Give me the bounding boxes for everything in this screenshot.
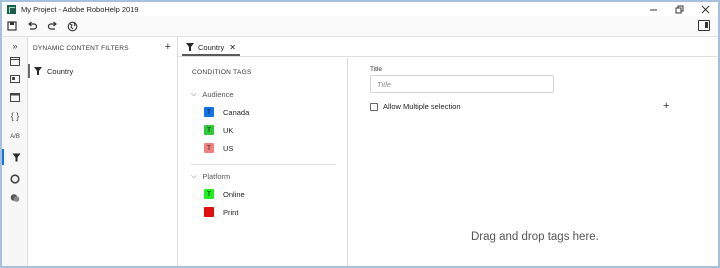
tag-label: Online bbox=[223, 189, 245, 199]
filter-glyph bbox=[12, 153, 20, 161]
filter-icon[interactable] bbox=[2, 149, 28, 165]
condition-tags-title: CONDITION TAGS bbox=[192, 69, 252, 76]
tag-us[interactable]: T US bbox=[204, 143, 233, 153]
master-pages-icon[interactable] bbox=[2, 89, 28, 105]
group-label: Audience bbox=[202, 90, 234, 99]
condition-tags-panel: CONDITION TAGS ⌵ Audience T Canada T UK … bbox=[178, 58, 348, 266]
filter-detail-panel: Title Allow Multiple selection + Drag an… bbox=[349, 58, 718, 266]
circle-glyph bbox=[10, 174, 20, 184]
save-icon bbox=[7, 21, 17, 31]
contents-icon[interactable] bbox=[2, 53, 28, 69]
minimize-icon bbox=[649, 9, 657, 10]
group-platform[interactable]: ⌵ Platform bbox=[191, 172, 230, 181]
allow-multiple-checkbox[interactable] bbox=[370, 102, 378, 111]
chevron-down-icon: ⌵ bbox=[191, 90, 197, 98]
tab-country[interactable]: Country ✕ bbox=[182, 40, 240, 56]
tag-canada[interactable]: T Canada bbox=[204, 107, 249, 117]
chevron-down-icon: ⌵ bbox=[191, 172, 197, 180]
tag-print[interactable]: Print bbox=[204, 207, 238, 217]
panel-toggle-icon[interactable] bbox=[698, 20, 710, 31]
filter-funnel-icon bbox=[34, 67, 42, 75]
tag-label: Print bbox=[223, 207, 239, 217]
add-filter-button[interactable]: + bbox=[165, 41, 171, 53]
filter-item-country[interactable]: Country bbox=[28, 64, 177, 78]
save-button[interactable] bbox=[2, 16, 22, 36]
tab-filter-icon bbox=[186, 43, 194, 51]
dynamic-content-filters-panel: DYNAMIC CONTENT FILTERS + Country bbox=[28, 37, 178, 266]
publish-button[interactable] bbox=[62, 16, 82, 36]
redo-icon bbox=[47, 21, 57, 30]
undo-button[interactable] bbox=[22, 16, 42, 36]
tag-label: US bbox=[223, 143, 234, 153]
tag-uk[interactable]: T UK bbox=[204, 125, 233, 135]
title-input[interactable] bbox=[370, 75, 554, 93]
tag-color-chip: T bbox=[204, 125, 214, 135]
master-pages-glyph bbox=[10, 92, 20, 102]
group-audience[interactable]: ⌵ Audience bbox=[191, 90, 234, 99]
main-toolbar bbox=[2, 16, 718, 37]
add-tag-button[interactable]: + bbox=[663, 100, 669, 112]
close-button[interactable] bbox=[692, 2, 718, 16]
tag-color-chip: T bbox=[204, 189, 214, 199]
filter-item-label: Country bbox=[47, 66, 74, 76]
group-label: Platform bbox=[202, 172, 231, 181]
tag-color-chip: T bbox=[204, 107, 214, 117]
circle-icon[interactable] bbox=[2, 171, 28, 187]
minimize-button[interactable] bbox=[640, 2, 666, 16]
snippets-icon[interactable] bbox=[2, 71, 28, 87]
reviews-glyph bbox=[10, 194, 20, 202]
drop-zone-hint: Drag and drop tags here. bbox=[471, 231, 599, 243]
tag-label: Canada bbox=[223, 107, 250, 117]
undo-icon bbox=[27, 21, 37, 30]
editor-tab-bar: Country ✕ bbox=[178, 37, 718, 57]
title-field-label: Title bbox=[370, 66, 383, 73]
tag-color-chip bbox=[204, 207, 214, 217]
tab-close-icon[interactable]: ✕ bbox=[229, 43, 236, 52]
window-title: My Project - Adobe RoboHelp 2019 bbox=[21, 4, 139, 14]
tab-label: Country bbox=[198, 42, 225, 52]
variables-icon[interactable]: { } bbox=[2, 108, 28, 124]
allow-multiple-selection-row[interactable]: Allow Multiple selection bbox=[370, 102, 461, 111]
restore-icon bbox=[675, 5, 683, 13]
tag-color-chip: T bbox=[204, 143, 214, 153]
globe-icon bbox=[67, 21, 77, 31]
tag-label: UK bbox=[223, 125, 234, 135]
snippets-glyph bbox=[10, 75, 20, 83]
window-controls bbox=[640, 2, 718, 16]
app-window: My Project - Adobe RoboHelp 2019 » {} A… bbox=[0, 0, 720, 268]
tag-online[interactable]: T Online bbox=[204, 189, 245, 199]
contents-glyph bbox=[10, 56, 20, 66]
reviews-icon[interactable] bbox=[2, 190, 28, 206]
allow-multiple-label: Allow Multiple selection bbox=[383, 102, 461, 111]
robohelp-logo-icon bbox=[7, 4, 16, 14]
expand-icon[interactable]: » bbox=[2, 38, 28, 54]
close-icon bbox=[701, 5, 709, 13]
title-bar: My Project - Adobe RoboHelp 2019 bbox=[2, 2, 718, 16]
group-divider bbox=[191, 164, 336, 165]
left-icon-rail: » { } A/B bbox=[2, 37, 28, 266]
redo-button[interactable] bbox=[42, 16, 62, 36]
filters-panel-header: DYNAMIC CONTENT FILTERS bbox=[33, 45, 129, 52]
ab-icon[interactable]: A/B bbox=[2, 129, 28, 145]
restore-button[interactable] bbox=[666, 2, 692, 16]
